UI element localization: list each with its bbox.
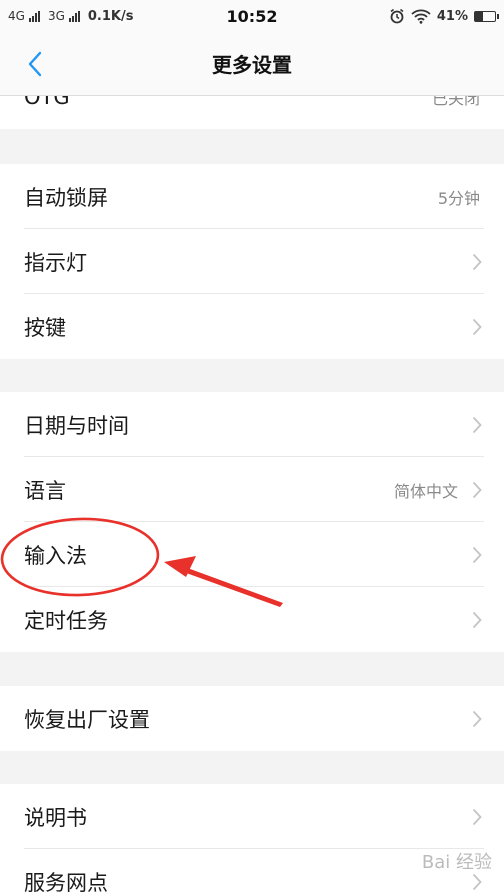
wifi-icon xyxy=(411,9,431,24)
chevron-right-icon xyxy=(470,610,484,630)
setting-value: 简体中文 xyxy=(393,481,458,501)
back-button[interactable] xyxy=(20,48,50,80)
nav-bar: 更多设置 xyxy=(0,32,504,96)
setting-factory-reset[interactable]: 恢复出厂设置 xyxy=(0,686,504,751)
status-left: 4G 3G 0.1K/s xyxy=(8,9,133,24)
chevron-right-icon xyxy=(470,872,484,892)
setting-label: 按键 xyxy=(24,315,66,340)
setting-label: 语言 xyxy=(24,478,66,503)
setting-input-method[interactable]: 输入法 xyxy=(0,522,504,587)
chevron-right-icon xyxy=(470,252,484,272)
setting-label: 输入法 xyxy=(24,543,87,568)
setting-keys[interactable]: 按键 xyxy=(0,294,504,359)
chevron-right-icon xyxy=(470,545,484,565)
network-label-3g: 3G xyxy=(47,9,65,23)
battery-percent: 41% xyxy=(436,8,468,24)
alarm-icon xyxy=(390,8,404,24)
signal-icon-2 xyxy=(68,10,80,22)
battery-fill xyxy=(475,11,484,21)
setting-label: OTG xyxy=(24,96,70,109)
setting-auto-lock[interactable]: 自动锁屏 5分钟 xyxy=(0,164,504,229)
chevron-right-icon xyxy=(470,807,484,827)
chevron-right-icon xyxy=(470,480,484,500)
battery-icon xyxy=(474,10,499,22)
network-label-4g: 4G xyxy=(8,9,25,23)
setting-scheduled-tasks[interactable]: 定时任务 xyxy=(0,587,504,652)
chevron-right-icon xyxy=(470,709,484,729)
page-title: 更多设置 xyxy=(212,53,292,77)
setting-label: 服务网点 xyxy=(24,870,108,895)
chevron-left-icon xyxy=(28,51,42,77)
setting-date-time[interactable]: 日期与时间 xyxy=(0,392,504,457)
setting-language[interactable]: 语言 简体中文 xyxy=(0,457,504,522)
setting-label: 恢复出厂设置 xyxy=(24,707,150,732)
setting-label: 自动锁屏 xyxy=(24,185,108,210)
chevron-right-icon xyxy=(470,317,484,337)
watermark: Bai 经验 xyxy=(421,852,492,873)
setting-manual[interactable]: 说明书 xyxy=(0,784,504,849)
chevron-right-icon xyxy=(470,415,484,435)
settings-list: OTG 已关闭 自动锁屏 5分钟 指示灯 按键 日期与时间 语言 简体中文 输入… xyxy=(0,96,504,896)
setting-label: 定时任务 xyxy=(24,608,108,633)
setting-label: 指示灯 xyxy=(24,250,87,275)
setting-value: 5分钟 xyxy=(437,188,480,208)
status-right: 41% xyxy=(389,8,499,24)
network-speed: 0.1K/s xyxy=(87,8,134,24)
signal-icon xyxy=(28,10,40,22)
setting-label: 日期与时间 xyxy=(24,413,129,438)
setting-value: 已关闭 xyxy=(431,96,480,108)
setting-label: 说明书 xyxy=(24,805,87,830)
status-bar: 4G 3G 0.1K/s 10:52 41% xyxy=(0,0,504,32)
setting-indicator-light[interactable]: 指示灯 xyxy=(0,229,504,294)
setting-otg[interactable]: OTG 已关闭 xyxy=(0,96,504,129)
